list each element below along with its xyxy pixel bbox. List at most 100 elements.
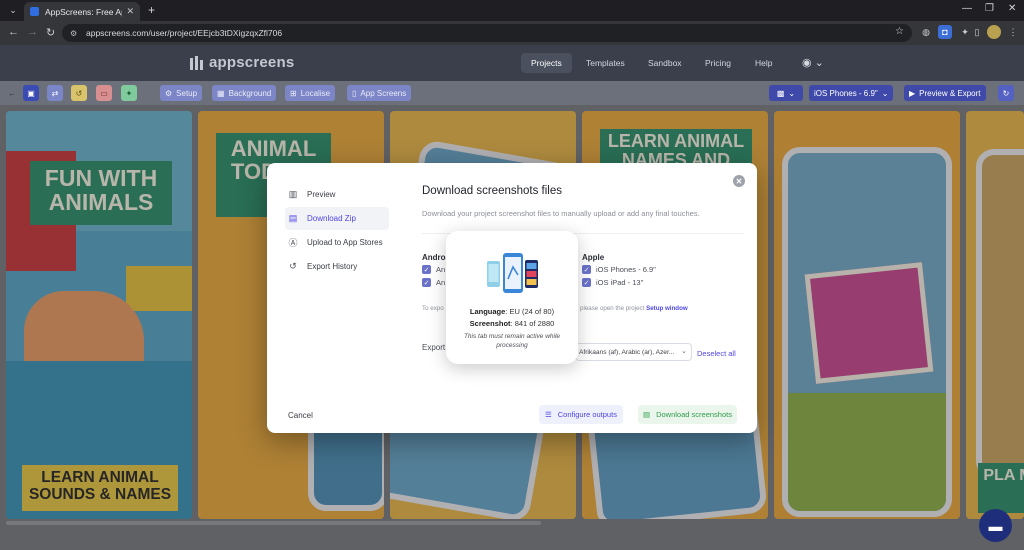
progress-language: Language: EU (24 of 80) (446, 307, 578, 316)
refresh-icon[interactable]: ↻ (998, 85, 1014, 101)
configure-outputs-button[interactable]: ☰ Configure outputs (539, 405, 623, 424)
nav-pricing[interactable]: Pricing (695, 53, 741, 73)
progress-screenshot: Screenshot: 841 of 2880 (446, 319, 578, 328)
device-dropdown[interactable]: iOS Phones - 6.9" ⌄ (809, 85, 894, 101)
deselect-all-link[interactable]: Deselect all (697, 349, 736, 358)
preview-export-label: Preview & Export (919, 88, 981, 98)
download-screenshots-button[interactable]: ▤ Download screenshots (638, 405, 737, 424)
chevron-down-icon: ⌄ (881, 88, 889, 98)
progress-note: This tab must remain active while proces… (463, 333, 561, 349)
language-flag-dropdown[interactable]: ▩ ⌄ (769, 85, 803, 101)
sidebar-item-export-history[interactable]: ↺ Export History (285, 255, 389, 278)
android-checkbox-1[interactable]: ✓ An (422, 265, 445, 274)
localise-label: Localise (300, 88, 331, 98)
chat-support-icon[interactable]: ▬ (979, 509, 1012, 542)
url-field[interactable]: ⚙ appscreens.com/user/project/EEjcb3tDXi… (62, 24, 912, 42)
columns-icon: ▥ (288, 189, 298, 199)
preview-export-button[interactable]: ▶ Preview & Export (904, 85, 986, 101)
logo-text: appscreens (209, 54, 295, 71)
play-icon: ▶ (909, 88, 916, 98)
bookmark-star-icon[interactable]: ☆ (895, 26, 904, 37)
checkbox-label: An (436, 278, 446, 287)
close-tab-icon[interactable]: ✕ (126, 6, 134, 17)
history-undo-icon[interactable]: ↺ (71, 85, 87, 101)
setup-note-end: please open the project Setup window (580, 305, 688, 312)
sliders-icon: ☰ (545, 410, 552, 419)
sidebar-item-label: Export History (307, 262, 358, 271)
user-menu-icon[interactable]: ◉ ⌄ (802, 56, 824, 69)
localise-button[interactable]: ⊞ Localise (285, 85, 336, 101)
app-screens-label: App Screens (360, 88, 407, 98)
export-progress-popup: Language: EU (24 of 80) Screenshot: 841 … (446, 231, 578, 364)
history-icon: ↺ (289, 261, 297, 271)
download-screenshots-label: Download screenshots (656, 410, 732, 419)
logo-bars-icon (190, 55, 203, 70)
sidepanel-icon[interactable]: ▯ (970, 25, 984, 39)
profile-avatar[interactable] (987, 25, 1001, 39)
sidebar-item-preview[interactable]: ▥ Preview (285, 183, 389, 206)
nav-sandbox[interactable]: Sandbox (638, 53, 692, 73)
app-screens-button[interactable]: ▯ App Screens (347, 85, 412, 101)
phone-icon: ▯ (352, 88, 357, 98)
language-value: : EU (24 of 80) (505, 307, 555, 316)
address-bar-row: ← → ↻ ⚙ appscreens.com/user/project/EEjc… (0, 21, 1024, 45)
minimize-icon[interactable]: — (962, 3, 972, 14)
language-label: Language (469, 307, 506, 316)
tab-title: AppScreens: Free App Store Sc (45, 6, 122, 17)
site-info-icon[interactable]: ⚙ (70, 29, 80, 38)
setup-note-start: To expo (422, 305, 444, 312)
screenshot-label: Screenshot (469, 319, 511, 328)
app-navbar: appscreens Projects Templates Sandbox Pr… (0, 45, 1024, 81)
translate-icon: ⊞ (290, 88, 297, 98)
background-button[interactable]: ▦ Background (212, 85, 277, 101)
setup-window-link[interactable]: Setup window (646, 305, 688, 312)
setup-button[interactable]: ⚙ Setup (160, 85, 203, 101)
android-checkbox-2[interactable]: ✓ An (422, 278, 445, 287)
forward-icon[interactable]: → (27, 26, 38, 38)
nav-templates[interactable]: Templates (576, 53, 635, 73)
magic-icon[interactable]: ✦ (121, 85, 137, 101)
image-icon: ▦ (217, 88, 225, 98)
close-window-icon[interactable]: ✕ (1008, 3, 1016, 14)
reload-icon[interactable]: ↻ (46, 26, 55, 39)
chevron-down-icon: ⌄ (681, 348, 687, 355)
browser-tab-strip: ⌄ AppScreens: Free App Store Sc ✕ + — ❐ … (0, 0, 1024, 21)
apple-checkbox-ipad[interactable]: ✓ iOS iPad - 13" (582, 278, 643, 287)
nav-projects[interactable]: Projects (521, 53, 572, 73)
nav-help[interactable]: Help (745, 53, 782, 73)
preview-window-icon[interactable]: ▭ (96, 85, 112, 101)
setup-icon: ⚙ (165, 88, 173, 98)
new-tab-icon[interactable]: + (148, 3, 155, 17)
zip-file-icon: ▤ (643, 410, 651, 419)
tab-search-icon[interactable]: ⌄ (3, 3, 23, 19)
url-text: appscreens.com/user/project/EEjcb3tDXigz… (86, 28, 283, 38)
close-modal-icon[interactable]: ✕ (733, 175, 745, 187)
swap-icon[interactable]: ⇄ (47, 85, 63, 101)
zip-file-icon: ▤ (288, 213, 298, 223)
languages-select[interactable]: Afrikaans (af), Arabic (ar), Azer... ⌄ (575, 343, 692, 361)
sidebar-item-label: Preview (307, 190, 336, 199)
restore-icon[interactable]: ❐ (985, 3, 994, 14)
export-label: Export (422, 343, 446, 352)
apple-checkbox-iphone[interactable]: ✓ iOS Phones - 6.9" (582, 265, 656, 274)
device-label: iOS Phones - 6.9" (814, 88, 878, 98)
browser-menu-icon[interactable]: ⋮ (1006, 25, 1020, 39)
devices-illustration-icon (487, 253, 538, 293)
extension-icon[interactable]: ◍ (919, 25, 933, 39)
cancel-button[interactable]: Cancel (288, 411, 313, 420)
chevron-down-icon: ⌄ (788, 88, 796, 98)
back-arrow-icon[interactable]: ← (4, 85, 20, 101)
appscreens-logo[interactable]: appscreens (190, 54, 294, 71)
configure-outputs-label: Configure outputs (557, 410, 617, 419)
back-icon[interactable]: ← (8, 26, 19, 38)
checkbox-checked-icon: ✓ (582, 265, 591, 274)
favicon-icon (30, 7, 39, 16)
project-toolbar: ← ▣ ⇄ ↺ ▭ ✦ ⚙ Setup ▦ Background ⊞ Localise… (0, 81, 1024, 105)
extension-blue-icon[interactable]: ◘ (938, 25, 952, 39)
browser-tab[interactable]: AppScreens: Free App Store Sc ✕ (24, 2, 140, 21)
setup-note-text: please open the project (580, 305, 645, 312)
sidebar-item-download-zip[interactable]: ▤ Download Zip (285, 207, 389, 230)
sidebar-item-label: Upload to App Stores (307, 238, 383, 247)
sidebar-item-upload[interactable]: Ⓐ Upload to App Stores (285, 231, 389, 254)
save-icon[interactable]: ▣ (23, 85, 39, 101)
